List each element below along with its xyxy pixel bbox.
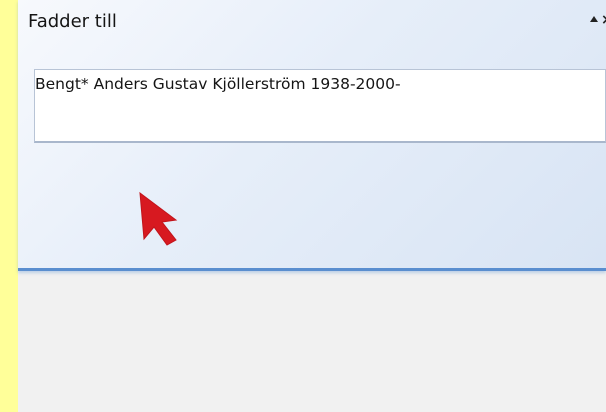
close-icon[interactable]: × [601, 10, 606, 30]
pane-title: Fadder till [28, 11, 117, 32]
pane-controls: × [586, 10, 606, 30]
fadder-value-text: Bengt* Anders Gustav Kjöllerström 1938-2… [35, 75, 401, 93]
fadder-value-box[interactable]: Bengt* Anders Gustav Kjöllerström 1938-2… [34, 69, 606, 143]
arrow-up-icon[interactable] [590, 16, 598, 22]
fadder-till-pane: Fadder till × Bengt* Anders Gustav Kjöll… [18, 0, 606, 271]
mouse-pointer-icon [139, 191, 178, 246]
main-panel: Fadder till × Bengt* Anders Gustav Kjöll… [18, 0, 606, 412]
